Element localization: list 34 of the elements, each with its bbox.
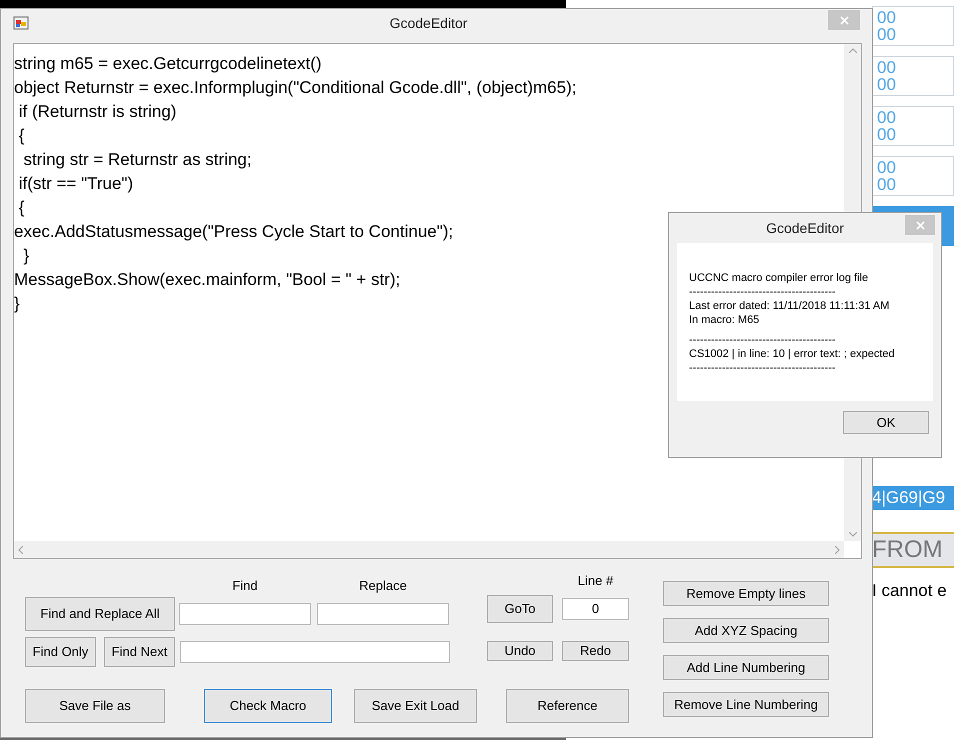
log-line: ---------------------------------------- xyxy=(689,285,837,299)
log-line: ---------------------------------------- xyxy=(689,361,837,375)
code-line: if (Returnstr is string) xyxy=(18,101,176,123)
code-line: object Returnstr = exec.Informplugin("Conditional Gcode.dll", (object)m65); xyxy=(14,77,576,99)
replace-label: Replace xyxy=(358,576,408,595)
find-label: Find xyxy=(231,576,259,594)
readout-value: 00 xyxy=(877,176,897,193)
line-number-label: Line # xyxy=(576,572,614,590)
code-line: MessageBox.Show(exec.mainform, "Bool = " + str); xyxy=(14,269,400,291)
readout-value: 00 xyxy=(877,59,897,76)
code-line: } xyxy=(14,293,20,315)
log-line: Last error dated: 11/11/2018 11:11:31 AM xyxy=(689,299,890,313)
readout-value: 00 xyxy=(877,76,897,93)
log-line: ---------------------------------------- xyxy=(689,333,837,347)
window-title: GcodeEditor xyxy=(388,14,468,32)
banner: FROM xyxy=(872,532,954,568)
log-line: In macro: M65 xyxy=(689,313,760,327)
log-line: UCCNC macro compiler error log file xyxy=(689,271,870,285)
code-line: exec.AddStatusmessage("Press Cycle Start to Continue"); xyxy=(14,221,454,243)
message-text: I cannot e xyxy=(872,580,948,602)
code-line: } xyxy=(22,245,30,267)
dialog-title: GcodeEditor xyxy=(765,218,845,238)
readout-value: 00 xyxy=(877,26,897,43)
log-line: CS1002 | in line: 10 | error text: ; expected xyxy=(689,347,896,361)
readout-value: 00 xyxy=(877,126,897,143)
readout-value: 00 xyxy=(877,159,897,176)
gcode-bar: 4|G69|G9 xyxy=(872,486,954,510)
readout-value: 00 xyxy=(877,109,897,126)
code-line: string m65 = exec.Getcurrgcodelinetext() xyxy=(14,53,322,75)
code-line: { xyxy=(18,125,24,147)
code-line: string str = Returnstr as string; xyxy=(22,149,252,171)
readout-value: 00 xyxy=(877,9,897,26)
code-line: { xyxy=(18,197,24,219)
code-line: if(str == "True") xyxy=(18,173,134,195)
